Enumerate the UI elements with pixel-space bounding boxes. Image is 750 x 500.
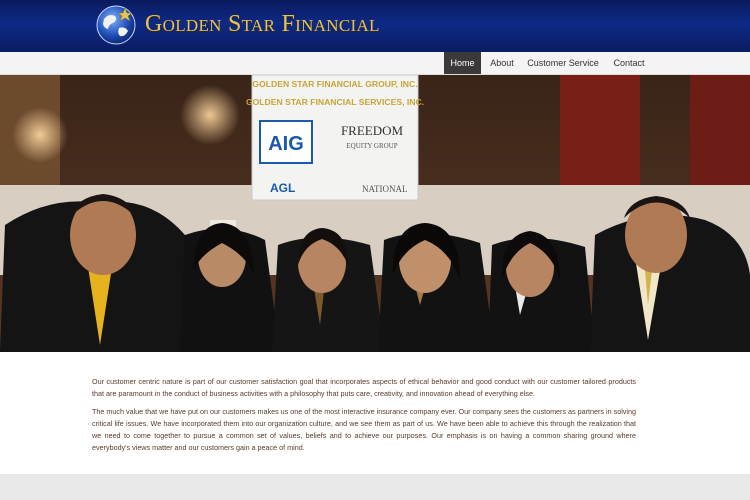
hero-photo: GOLDEN STAR FINANCIAL GROUP, INC. GOLDEN… [0,75,750,352]
nav-item-about[interactable]: About [484,52,520,74]
freedom-logo-sub: EQUITY GROUP [346,142,397,150]
person-5 [488,231,595,352]
aig-logo: AIG [268,133,304,155]
intro-paragraph-2: The much value that we have put on our c… [92,407,636,452]
person-1 [0,194,190,352]
site-header: Golden Star Financial [0,0,750,52]
national-logo: NATIONAL [362,184,408,194]
person-4 [378,223,495,352]
brand-name[interactable]: Golden Star Financial [145,11,380,38]
main-nav: Home About Customer Service Contact [0,52,750,75]
banner-line-2: GOLDEN STAR FINANCIAL SERVICES, INC. [246,97,424,107]
site-footer [0,474,750,500]
nav-item-home[interactable]: Home [444,52,481,74]
freedom-logo: FREEDOM [341,123,404,138]
agl-logo: AGL [270,181,295,195]
intro-section: Our customer centric nature is part of o… [0,352,750,474]
intro-paragraph-1: Our customer centric nature is part of o… [92,377,636,398]
banner-line-1: GOLDEN STAR FINANCIAL GROUP, INC. [252,79,417,89]
team-photo: GOLDEN STAR FINANCIAL GROUP, INC. GOLDEN… [0,75,750,352]
nav-item-customer-service[interactable]: Customer Service [524,52,602,74]
globe-star-icon[interactable] [95,4,137,46]
person-3 [272,228,385,352]
sponsor-banner: GOLDEN STAR FINANCIAL GROUP, INC. GOLDEN… [246,75,424,201]
nav-item-contact[interactable]: Contact [608,52,650,74]
